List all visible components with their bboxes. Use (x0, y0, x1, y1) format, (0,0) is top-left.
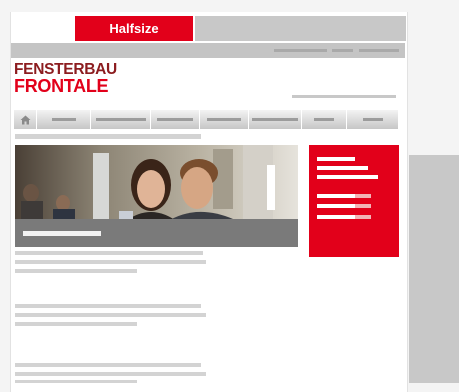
promo-line-1 (317, 157, 355, 161)
promo-link-1[interactable] (317, 194, 355, 198)
nav-item-7[interactable] (347, 110, 398, 129)
utility-link-1[interactable] (274, 49, 327, 52)
nav-home[interactable] (14, 110, 37, 129)
promo-link-2-tail (355, 204, 371, 208)
article-2-line-1[interactable] (15, 304, 201, 308)
promo-link-3[interactable] (317, 215, 355, 219)
utility-bar (11, 43, 405, 58)
promo-link-3-tail (355, 215, 371, 219)
utility-link-2[interactable] (332, 49, 353, 52)
hero-image[interactable] (15, 145, 298, 247)
promo-line-3 (317, 175, 378, 179)
article-2-line-3 (15, 322, 137, 326)
breadcrumb (15, 134, 201, 139)
promo-line-2 (317, 166, 368, 170)
search-field[interactable] (292, 95, 396, 98)
nav-item-5[interactable] (249, 110, 302, 129)
article-1-line-1[interactable] (15, 251, 203, 255)
article-1-line-3 (15, 269, 137, 273)
nav-item-4[interactable] (200, 110, 249, 129)
main-nav (14, 110, 398, 129)
tab-other[interactable] (195, 16, 406, 41)
side-column (409, 155, 459, 383)
article-3-line-2 (15, 372, 206, 376)
hero-caption[interactable] (15, 219, 298, 247)
promo-box[interactable] (309, 145, 399, 257)
tab-halfsize[interactable]: Halfsize (75, 16, 193, 41)
nav-item-1[interactable] (37, 110, 91, 129)
home-icon (20, 115, 30, 124)
promo-link-2[interactable] (317, 204, 355, 208)
hero-caption-text (23, 231, 101, 236)
nav-item-6[interactable] (302, 110, 347, 129)
site-logo[interactable]: FENSTERBAU FRONTALE (14, 62, 124, 96)
article-3-line-1[interactable] (15, 363, 201, 367)
promo-link-1-tail (355, 194, 371, 198)
format-tabstrip: Halfsize (10, 16, 406, 42)
utility-link-3[interactable] (359, 49, 399, 52)
nav-item-2[interactable] (91, 110, 151, 129)
nav-item-3[interactable] (151, 110, 200, 129)
logo-line-2: FRONTALE (14, 76, 109, 96)
article-2-line-2 (15, 313, 206, 317)
article-1-line-2 (15, 260, 206, 264)
